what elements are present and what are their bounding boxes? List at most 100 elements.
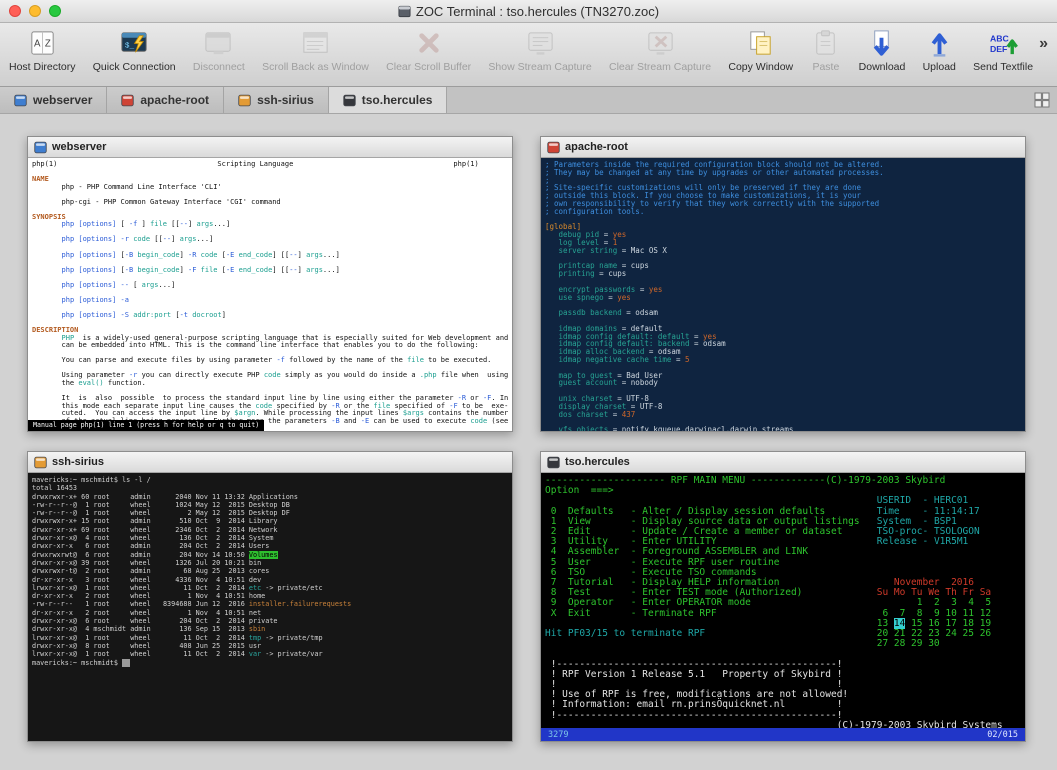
terminal-line: drwxrwxr-x+ 15 root admin 510 Oct 9 2014… [32, 517, 508, 525]
tab-label: apache-root [140, 93, 209, 107]
terminal-line: php [options] -S addr:port [-t docroot] [32, 312, 508, 320]
toolbar-items: AZHost Directory $_ Quick Connection Discon… [8, 27, 1034, 85]
terminal-line: php [options] [ -f ] file [[--] args...] [32, 221, 508, 229]
zoom-button[interactable] [49, 5, 61, 17]
svg-text:$_: $_ [125, 42, 135, 50]
session-icon [343, 94, 356, 107]
terminal-line [545, 216, 1021, 224]
tn3270-status-bar: 3279 02/015 [541, 728, 1025, 741]
pager-status-bar: Manual page php(1) line 1 (press h for h… [28, 420, 264, 431]
terminal-line: server string = Mac OS X [545, 247, 1021, 255]
terminal-line: -rw-r--r-- 1 root wheel 8394688 Jun 12 2… [32, 600, 508, 608]
terminal-line: vfs objects = notify_kqueue,darwinacl,da… [545, 426, 1021, 431]
toolbar-button-label: Scroll Back as Window [262, 61, 369, 73]
terminal-line: dr-xr-xr-x 3 root wheel 4336 Nov 4 10:51… [32, 576, 508, 584]
toolbar-button-host-directory[interactable]: AZHost Directory [8, 27, 77, 74]
terminal-line: dos charset = 437 [545, 411, 1021, 419]
terminal-line: the eval() function. [32, 380, 508, 388]
toolbar-button-send-textfile[interactable]: ABCDEFSend Textfile [972, 27, 1034, 74]
host-directory-icon: AZ [27, 28, 58, 59]
terminal-line: lrwxr-xr-x@ 1 root wheel 11 Oct 2 2014 t… [32, 634, 508, 642]
toolbar-button-download[interactable]: Download [858, 27, 907, 74]
window-titlebar: ZOC Terminal : tso.hercules (TN3270.zoc) [0, 0, 1057, 23]
app-window-icon [398, 5, 411, 18]
close-button[interactable] [9, 5, 21, 17]
terminal-line [32, 319, 508, 327]
terminal-line: php(1) Scripting Language php(1) [32, 161, 508, 169]
terminal-line: use spnego = yes [545, 294, 1021, 302]
terminal-line: You can parse and execute files by using… [32, 357, 508, 365]
toolbar-button-copy-window[interactable]: Copy Window [727, 27, 794, 74]
toolbar-button-quick-connection[interactable]: $_ Quick Connection [92, 27, 177, 74]
terminal-line: mavericks:~ mschmidt$ [32, 659, 508, 667]
toolbar-button-disconnect: Disconnect [192, 27, 246, 74]
pane-tso-hercules-titlebar[interactable]: tso.hercules [541, 452, 1025, 473]
terminal-line: guest account = nobody [545, 379, 1021, 387]
toolbar-button-label: Clear Scroll Buffer [386, 61, 471, 73]
man-page-content: php(1) Scripting Language php(1) NAME ph… [32, 161, 508, 425]
tab-webserver[interactable]: webserver [0, 87, 107, 113]
tab-bar: webserver apache-root ssh-sirius tso.hercul… [0, 87, 1057, 114]
tab-label: tso.hercules [362, 93, 433, 107]
terminal-line: drwxrwxrwt@ 6 root admin 204 Nov 14 10:5… [32, 551, 508, 559]
terminal-line: php-cgi - PHP Common Gateway Interface '… [32, 199, 508, 207]
tab-tso-hercules[interactable]: tso.hercules [329, 87, 448, 113]
toolbar-button-upload[interactable]: Upload [922, 27, 957, 74]
terminal-line: drwxr-xr-x@ 39 root wheel 1326 Jul 20 10… [32, 559, 508, 567]
clear-stream-capture-icon [645, 28, 676, 59]
pane-apache-root-title: apache-root [565, 141, 628, 153]
terminal-line: dr-xr-xr-x 2 root wheel 1 Nov 4 10:51 ne… [32, 609, 508, 617]
toolbar-button-show-stream-capture: Show Stream Capture [487, 27, 592, 74]
toolbar-overflow-button[interactable]: » [1034, 35, 1053, 53]
tab-apache-root[interactable]: apache-root [107, 87, 224, 113]
scroll-back-as-window-icon [300, 28, 331, 59]
terminal-line: drwxr-xr-x@ 8 root wheel 408 Jun 25 2015… [32, 642, 508, 650]
terminal-line: 27 28 29 30 [545, 639, 1021, 649]
terminal-line: php [options] [-B begin_code] -R code [-… [32, 252, 508, 260]
svg-text:A: A [34, 38, 41, 49]
pane-ssh-sirius-terminal[interactable]: mavericks:~ mschmidt$ ls -l /total 16453… [28, 473, 512, 741]
download-icon [866, 28, 897, 59]
pane-webserver-terminal[interactable]: php(1) Scripting Language php(1) NAME ph… [28, 158, 512, 431]
pane-apache-root-titlebar[interactable]: apache-root [541, 137, 1025, 158]
pane-ssh-sirius-title: ssh-sirius [52, 456, 104, 468]
paste-icon [810, 28, 841, 59]
toolbar-button-label: Clear Stream Capture [609, 61, 711, 73]
terminal-line: -rw-r--r--@ 1 root wheel 2 May 12 2015 D… [32, 509, 508, 517]
pane-webserver: webserver php(1) Scripting Language php(… [27, 136, 513, 432]
toolbar-button-label: Quick Connection [93, 61, 176, 73]
toolbar-button-label: Upload [923, 61, 956, 73]
pane-ssh-sirius-titlebar[interactable]: ssh-sirius [28, 452, 512, 473]
disconnect-icon [203, 28, 234, 59]
minimize-button[interactable] [29, 5, 41, 17]
toolbar-button-label: Send Textfile [973, 61, 1033, 73]
terminal-line: drwxr-xr-x@ 4 mschmidt admin 136 Sep 15 … [32, 625, 508, 633]
toolbar-button-scroll-back-as-window: Scroll Back as Window [261, 27, 370, 74]
terminal-line: idmap negative cache time = 5 [545, 356, 1021, 364]
tile-windows-icon[interactable] [1034, 92, 1050, 108]
session-icon [238, 94, 251, 107]
svg-text:DEF: DEF [990, 44, 1007, 54]
pane-tso-hercules-terminal[interactable]: --------------------- RPF MAIN MENU ----… [541, 473, 1025, 741]
toolbar-button-clear-stream-capture: Clear Stream Capture [608, 27, 712, 74]
terminal-type-label: 3279 [548, 730, 568, 740]
terminal-line: total 16453 [32, 484, 508, 492]
toolbar-button-label: Paste [812, 61, 839, 73]
terminal-line [32, 169, 508, 177]
toolbar: AZHost Directory $_ Quick Connection Discon… [0, 23, 1057, 87]
pane-tso-hercules: tso.hercules --------------------- RPF M… [540, 451, 1026, 742]
terminal-line [32, 206, 508, 214]
session-tabs: webserver apache-root ssh-sirius tso.hercul… [0, 87, 447, 113]
pane-webserver-titlebar[interactable]: webserver [28, 137, 512, 158]
terminal-line: dr-xr-xr-x 2 root wheel 1 Nov 4 10:51 ho… [32, 592, 508, 600]
window-title: ZOC Terminal : tso.hercules (TN3270.zoc) [416, 4, 659, 19]
terminal-line: can be embedded into HTML. This is the c… [32, 342, 508, 350]
terminal-line: lrwxr-xr-x@ 1 root wheel 11 Oct 2 2014 e… [32, 584, 508, 592]
tab-ssh-sirius[interactable]: ssh-sirius [224, 87, 329, 113]
pane-apache-root-terminal[interactable]: ; Parameters inside the required configu… [541, 158, 1025, 431]
terminal-line: passdb backend = odsam [545, 309, 1021, 317]
terminal-icon [547, 141, 560, 154]
toolbar-button-paste: Paste [809, 27, 842, 74]
terminal-line: drwxr-xr-x@ 6 root wheel 204 Oct 2 2014 … [32, 617, 508, 625]
terminal-icon [34, 456, 47, 469]
